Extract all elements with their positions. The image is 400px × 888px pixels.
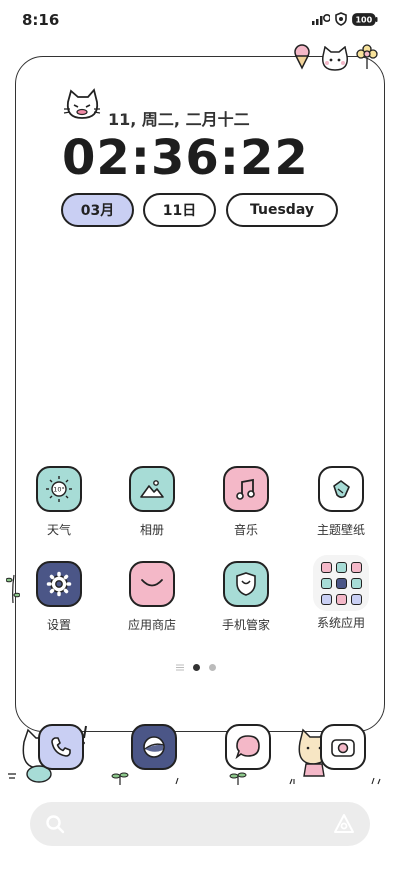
weekday-pill[interactable]: Tuesday xyxy=(226,193,338,227)
app-label: 手机管家 xyxy=(221,618,270,632)
status-bar: 8:16 100 xyxy=(0,0,400,40)
browser-icon xyxy=(143,736,165,758)
grass-decoration-icon xyxy=(111,772,381,785)
app-label: 主题壁纸 xyxy=(316,523,365,537)
app-label: 天气 xyxy=(46,523,71,537)
assistant-icon[interactable] xyxy=(332,812,356,836)
status-icons: 100 xyxy=(312,12,378,26)
settings-icon xyxy=(36,561,82,607)
search-icon xyxy=(46,815,65,834)
mini-app-icon xyxy=(336,561,347,573)
app-music[interactable]: 音乐 xyxy=(206,466,286,538)
camera-icon xyxy=(331,739,355,757)
app-label: 设置 xyxy=(46,618,71,632)
weather-icon: 10° xyxy=(36,466,82,512)
vpn-shield-icon xyxy=(335,12,347,26)
cat-face-sticker-icon xyxy=(322,46,348,71)
mini-app-icon xyxy=(336,593,347,605)
mini-app-icon xyxy=(321,593,332,605)
app-label: 应用商店 xyxy=(127,618,176,632)
mini-app-icon xyxy=(321,561,332,573)
search-bar[interactable] xyxy=(30,802,370,846)
app-gallery[interactable]: 相册 xyxy=(112,466,192,538)
status-time: 8:16 xyxy=(22,11,60,29)
weather-temp: 10° xyxy=(53,486,65,494)
dock-browser[interactable] xyxy=(131,724,177,770)
mini-app-icon xyxy=(351,593,362,605)
ice-cream-sticker-icon xyxy=(294,44,310,70)
dock-messages[interactable] xyxy=(225,724,271,770)
app-store-icon xyxy=(129,561,175,607)
app-label: 相册 xyxy=(139,523,164,537)
app-label: 音乐 xyxy=(233,523,258,537)
messages-icon xyxy=(235,735,260,760)
dock-camera[interactable] xyxy=(320,724,366,770)
app-settings[interactable]: 设置 xyxy=(19,561,99,633)
app-weather[interactable]: 10° 天气 xyxy=(19,466,99,538)
flower-sticker-icon xyxy=(356,44,378,69)
app-system-apps-folder[interactable]: 系统应用 xyxy=(301,555,381,631)
page-list-icon xyxy=(176,664,184,671)
phone-icon xyxy=(51,737,71,757)
mini-app-icon xyxy=(336,577,347,589)
battery-icon: 100 xyxy=(352,12,378,26)
month-pill[interactable]: 03月 xyxy=(61,193,134,227)
clock-time: 02:36:22 xyxy=(62,130,309,186)
security-icon xyxy=(223,561,269,607)
mini-app-icon xyxy=(351,561,362,573)
gallery-icon xyxy=(129,466,175,512)
system-apps-folder-icon xyxy=(313,555,369,611)
page-indicator[interactable] xyxy=(176,664,216,671)
app-themes[interactable]: 主题壁纸 xyxy=(301,466,381,538)
page-dot-active xyxy=(193,664,200,671)
sprout-decoration-icon xyxy=(6,574,20,603)
cat-mascot-icon xyxy=(63,88,101,119)
signal-icon xyxy=(312,14,330,25)
battery-level: 100 xyxy=(355,15,372,24)
mini-app-icon xyxy=(321,577,332,589)
themes-icon xyxy=(318,466,364,512)
mini-app-icon xyxy=(351,577,362,589)
dock-phone[interactable] xyxy=(38,724,84,770)
page-dot xyxy=(209,664,216,671)
app-label: 系统应用 xyxy=(316,616,365,630)
day-pill[interactable]: 11日 xyxy=(143,193,216,227)
date-line: 11, 周二, 二月十二 xyxy=(108,110,250,129)
music-icon xyxy=(223,466,269,512)
app-security[interactable]: 手机管家 xyxy=(206,561,286,633)
app-store[interactable]: 应用商店 xyxy=(112,561,192,633)
